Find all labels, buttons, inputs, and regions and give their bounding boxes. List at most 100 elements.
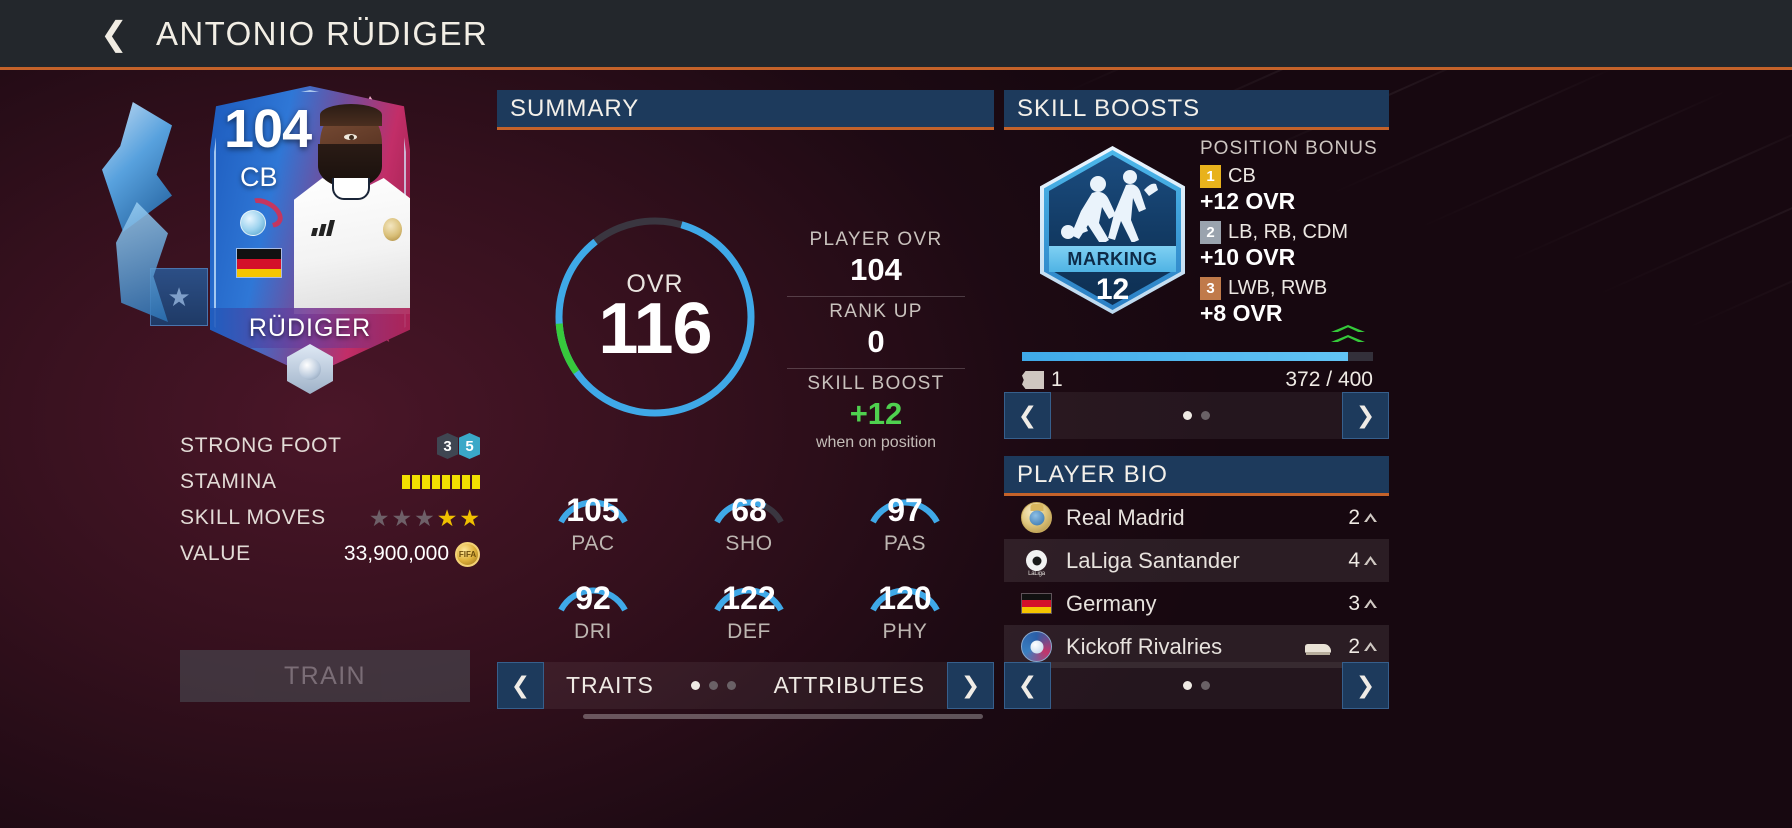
bio-name: Kickoff Rivalries [1066,633,1223,659]
laliga-santander-icon: LaLiga [1021,545,1052,577]
page-dot[interactable] [709,681,719,690]
progress-separator: / [1326,368,1333,391]
stamina-bar [472,475,480,489]
position-bonus-row: 3 LWB, RWB +8 OVR [1200,277,1380,327]
card-body: 104 CB RÜDIGER [210,86,410,376]
attribute-label: STRONG FOOT [180,434,342,457]
page-header: ❮ ANTONIO RÜDIGER [0,0,1792,70]
real-madrid-crest-icon [1021,502,1052,533]
skill-level: 12 [1095,273,1130,306]
page-dot[interactable] [727,681,737,690]
block-subtext: when on position [815,434,937,451]
block-value: +12 [849,396,903,431]
horizontal-scrollbar[interactable] [583,714,983,719]
kit-crest-icon [383,218,402,241]
chevron-right-icon: ❯ [1355,672,1376,698]
bio-row[interactable]: Real Madrid 2 [1004,496,1389,539]
block-value: 0 [867,324,885,359]
tab-traits[interactable]: TRAITS [566,672,654,699]
chevron-up-icon [1364,599,1377,608]
stat-value: 120 [878,580,932,616]
chevron-left-icon: ❮ [1017,672,1038,698]
bio-name: LaLiga Santander [1066,547,1240,573]
bio-next-button[interactable]: ❯ [1342,662,1389,709]
stat-value: 68 [731,492,767,528]
attribute-row-strong-foot: STRONG FOOT 3 5 [180,428,480,464]
player-detail-screen: ❮ ANTONIO RÜDIGER ★ 104 CB RÜDIGER STRON… [0,0,1792,828]
strong-foot-badges: 3 5 [437,433,480,459]
chevron-up-icon [1364,556,1377,565]
bio-prev-button[interactable]: ❮ [1004,662,1051,709]
progress-max: 400 [1337,368,1373,391]
bio-icon [1020,501,1053,534]
attribute-row-skill-moves: SKILL MOVES ★ ★ ★ ★ ★ [180,500,480,536]
progress-current: 372 [1285,368,1321,391]
stamina-bar [442,475,450,489]
ticket-value: 1 [1051,368,1063,391]
attribute-row-stamina: STAMINA [180,464,480,500]
skill-moves-stars: ★ ★ ★ ★ ★ [369,505,480,532]
stat-arc-def: 122 DEF [671,558,827,646]
stamina-bar [432,475,440,489]
summary-page-dots [691,681,737,690]
page-dot[interactable] [691,681,701,690]
bonus-positions: LWB, RWB [1228,277,1328,299]
player-bio-title: PLAYER BIO [1017,460,1168,488]
bio-row[interactable]: LaLiga LaLiga Santander 4 [1004,539,1389,582]
stat-label: SHO [725,532,773,555]
skill-boosts-header: SKILL BOOSTS [1004,90,1389,130]
bonus-rank-badge: 2 [1200,221,1221,244]
tab-attributes[interactable]: ATTRIBUTES [774,672,925,699]
double-chevron-up-icon [1331,325,1365,351]
skill-name: MARKING [1049,246,1176,272]
bio-row[interactable]: Germany 3 [1004,582,1389,625]
summary-nav-middle: TRAITS ATTRIBUTES [544,662,947,709]
star-empty-icon: ★ [391,504,413,531]
player-card[interactable]: 104 CB RÜDIGER [210,86,410,394]
page-dot[interactable] [1201,681,1210,690]
card-position: CB [240,162,278,192]
position-bonus-title: POSITION BONUS [1200,138,1378,159]
chevron-right-icon: ❯ [1355,402,1376,428]
strong-foot-value: 5 [459,433,480,459]
summary-title: SUMMARY [510,94,640,122]
attribute-label: SKILL MOVES [180,506,326,529]
page-dot[interactable] [1201,411,1210,420]
star-empty-icon: ★ [368,504,390,531]
skill-boosts-title: SKILL BOOSTS [1017,94,1201,122]
boosts-prev-button[interactable]: ❮ [1004,392,1051,439]
page-dot[interactable] [1183,411,1192,420]
bonus-positions: LB, RB, CDM [1228,221,1349,243]
marking-figures-icon [1058,168,1168,245]
stat-label: PAC [571,532,615,555]
boosts-next-button[interactable]: ❯ [1342,392,1389,439]
marking-skill-icon[interactable]: MARKING 12 [1040,146,1185,314]
skill-boosts-panel: SKILL BOOSTS MARKING 12 POSITION BONUS 1… [1004,90,1389,391]
summary-header: SUMMARY [497,90,994,130]
chevron-up-icon [1364,642,1377,651]
stamina-bar [462,475,470,489]
stat-arc-pac: 105 PAC [515,470,671,558]
stat-arc-phy: 120 PHY [827,558,983,646]
summary-panel: SUMMARY OVR 116 PLAYER OVR 104 RANK UP 0… [497,90,994,643]
summary-block-skill-boost: SKILL BOOST +12 when on position [787,368,965,460]
page-dot[interactable] [1183,681,1192,690]
stamina-bar [402,475,410,489]
stat-value: 92 [575,580,611,616]
train-button[interactable]: TRAIN [180,650,470,702]
summary-prev-button[interactable]: ❮ [497,662,544,709]
block-value: 104 [850,252,902,287]
bio-nav-middle [1051,662,1342,709]
ovr-ring: OVR 116 [550,212,760,422]
stamina-bar [452,475,460,489]
summary-next-button[interactable]: ❯ [947,662,994,709]
player-attributes-list: STRONG FOOT 3 5 STAMINA SKILL MOVES ★ ★ ★ ★… [180,428,480,572]
stat-arc-pas: 97 PAS [827,470,983,558]
bio-count: 4 [1348,549,1377,573]
stat-value: 122 [722,580,776,616]
skill-boosts-nav: ❮ ❯ [1004,392,1389,439]
boosts-page-dots [1183,411,1210,420]
attribute-row-value: VALUE 33,900,000 FIFA [180,536,480,572]
back-button[interactable]: ❮ [86,6,142,62]
germany-flag-icon [236,248,282,278]
